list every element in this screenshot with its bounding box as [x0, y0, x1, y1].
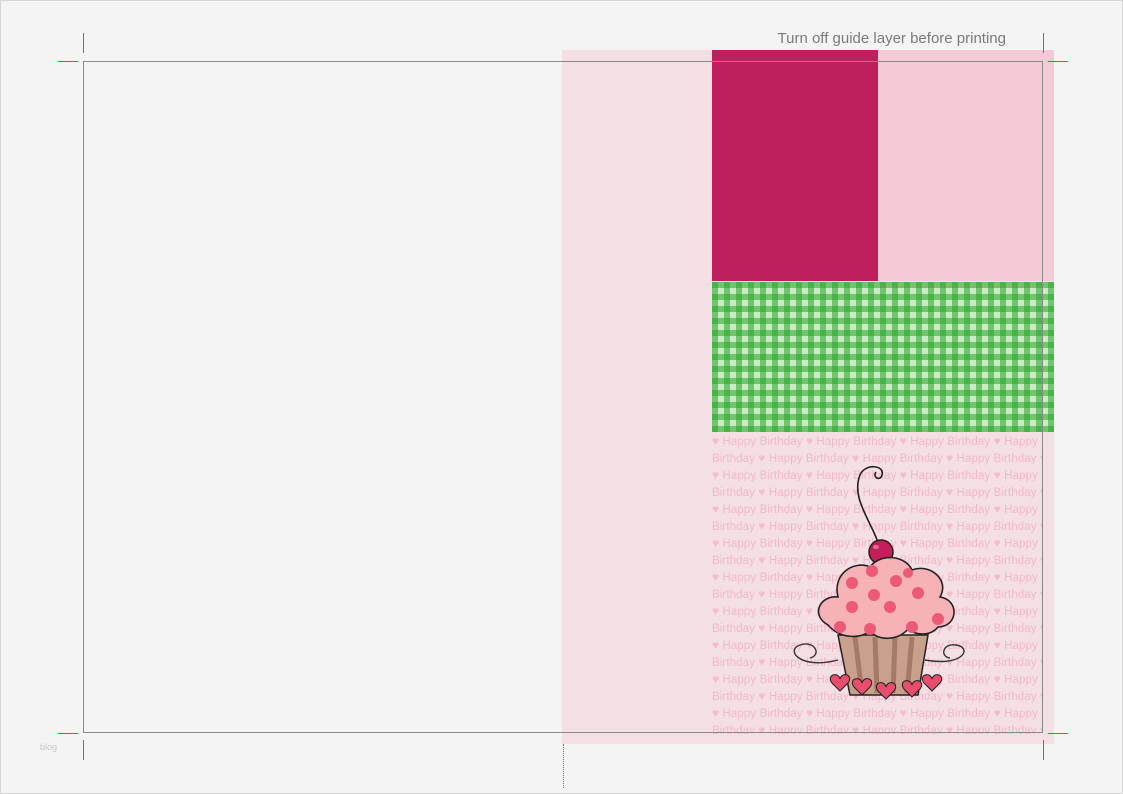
trim-box: [83, 61, 1043, 733]
crop-mark-bottom-left-h: [58, 733, 78, 734]
crop-mark-bottom-left-v: [83, 740, 84, 760]
crop-mark-top-left-h: [58, 61, 78, 62]
crop-mark-bottom-right-v: [1043, 740, 1044, 760]
crop-mark-bottom-right-h: [1048, 733, 1068, 734]
watermark: blog: [40, 742, 58, 752]
fold-line: [563, 744, 564, 788]
crop-mark-top-right-h: [1048, 61, 1068, 62]
guide-layer-note: Turn off guide layer before printing: [777, 30, 1006, 47]
crop-mark-top-right-v: [1043, 33, 1044, 53]
crop-mark-top-left-v: [83, 33, 84, 53]
